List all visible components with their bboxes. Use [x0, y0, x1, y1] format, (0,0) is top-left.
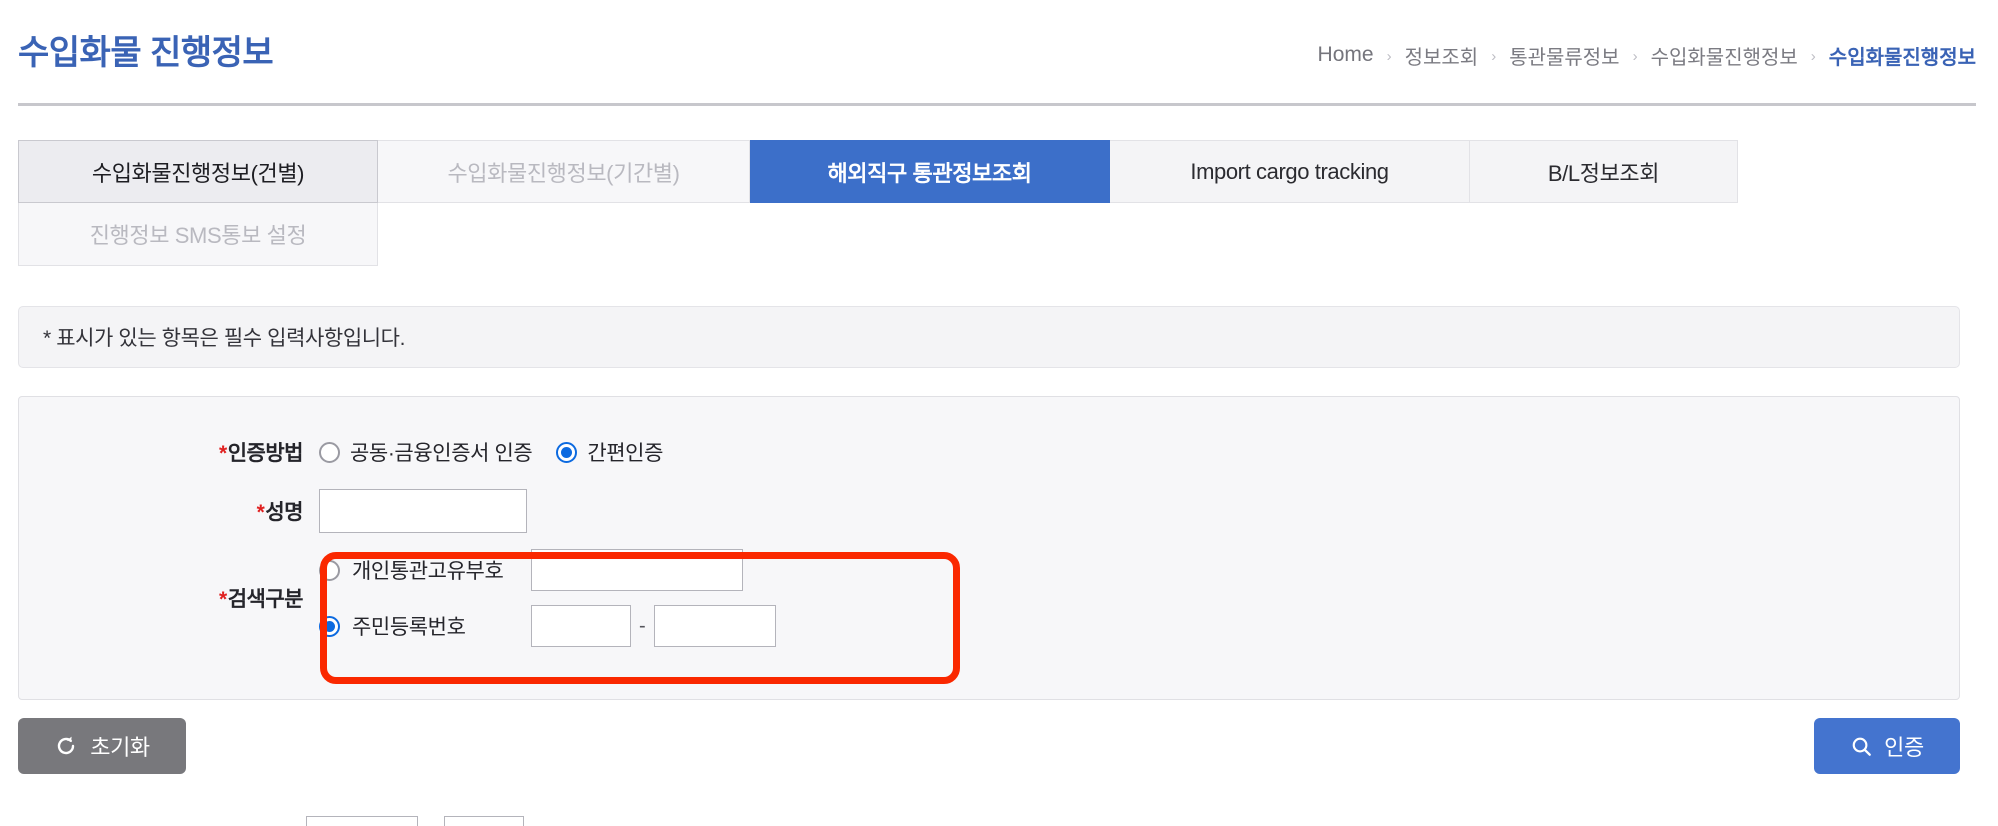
breadcrumb-separator-icon: › — [1491, 47, 1497, 65]
tab-import-cargo-tracking[interactable]: Import cargo tracking — [1110, 140, 1470, 203]
authenticate-button-label: 인증 — [1884, 735, 1924, 760]
required-asterisk: * — [256, 501, 265, 524]
required-asterisk: * — [219, 588, 227, 611]
cutoff-field-a[interactable] — [306, 816, 418, 826]
form-row-name: *성명 — [19, 489, 1959, 533]
auth-form-panel: *인증방법 공동·금융인증서 인증 간편인증 *성명 *검색구분 개인통관고유부… — [18, 396, 1960, 700]
form-row-auth-method: *인증방법 공동·금융인증서 인증 간편인증 — [19, 437, 1959, 467]
ssn-front-input[interactable] — [531, 605, 631, 647]
below-fold-fields — [0, 816, 1998, 826]
label-search-type: *검색구분 — [219, 588, 303, 611]
tab-row-1: 수입화물진행정보(건별) 수입화물진행정보(기간별) 해외직구 통관정보조회 I… — [18, 140, 1738, 203]
ssn-back-input[interactable] — [653, 605, 776, 647]
radio-circle-checked-icon[interactable] — [556, 441, 578, 463]
search-option-personal-code: 개인통관고유부호 — [319, 549, 776, 591]
breadcrumb-item-info-search[interactable]: 정보조회 — [1405, 41, 1479, 70]
personal-code-input[interactable] — [531, 549, 743, 591]
reset-button-label: 초기화 — [90, 735, 150, 760]
radio-circle-checked-icon[interactable] — [319, 615, 340, 637]
ssn-separator: - — [639, 614, 646, 637]
required-fields-notice: * 표시가 있는 항목은 필수 입력사항입니다. — [18, 306, 1960, 368]
required-fields-notice-text: * 표시가 있는 항목은 필수 입력사항입니다. — [43, 327, 406, 350]
tab-bl-info-search[interactable]: B/L정보조회 — [1470, 140, 1738, 203]
tab-import-cargo-by-case[interactable]: 수입화물진행정보(건별) — [18, 140, 378, 203]
breadcrumb-item-customs-logistics[interactable]: 통관물류정보 — [1509, 41, 1619, 70]
radio-personal-code[interactable]: 개인통관고유부호 — [319, 555, 531, 585]
breadcrumb: Home › 정보조회 › 통관물류정보 › 수입화물진행정보 › 수입화물진행… — [1318, 31, 1976, 70]
breadcrumb-item-home[interactable]: Home — [1318, 43, 1374, 67]
radio-circle-icon[interactable] — [319, 559, 340, 581]
breadcrumb-item-current: 수입화물진행정보 — [1828, 46, 1976, 69]
header-divider — [18, 103, 1976, 106]
search-icon — [1850, 735, 1873, 758]
radio-circle-icon[interactable] — [319, 441, 340, 463]
tab-row-2: 진행정보 SMS통보 설정 — [18, 203, 1738, 266]
radio-auth-certificate[interactable]: 공동·금융인증서 인증 — [319, 437, 533, 467]
radio-auth-certificate-label: 공동·금융인증서 인증 — [350, 442, 533, 465]
page-title: 수입화물 진행정보 — [18, 34, 274, 72]
reset-button[interactable]: 초기화 — [18, 718, 186, 774]
breadcrumb-item-import-cargo[interactable]: 수입화물진행정보 — [1651, 41, 1798, 70]
page-header: 수입화물 진행정보 Home › 정보조회 › 통관물류정보 › 수입화물진행정… — [0, 0, 1998, 100]
label-auth-method: *인증방법 — [219, 442, 303, 465]
label-name: *성명 — [256, 501, 304, 524]
tab-overseas-direct-purchase[interactable]: 해외직구 통관정보조회 — [750, 140, 1110, 203]
refresh-icon — [54, 734, 78, 758]
cutoff-field-b[interactable] — [444, 816, 524, 826]
radio-ssn[interactable]: 주민등록번호 — [319, 611, 531, 641]
search-option-ssn: 주민등록번호 - — [319, 605, 776, 647]
search-type-options: 개인통관고유부호 주민등록번호 - — [319, 549, 776, 647]
authenticate-button[interactable]: 인증 — [1814, 718, 1960, 774]
breadcrumb-separator-icon: › — [1810, 47, 1816, 65]
form-row-search-type: *검색구분 개인통관고유부호 주민등록번호 - — [19, 549, 1959, 647]
radio-auth-simple[interactable]: 간편인증 — [556, 437, 663, 467]
radio-ssn-label: 주민등록번호 — [352, 616, 466, 639]
tab-import-cargo-by-period[interactable]: 수입화물진행정보(기간별) — [378, 140, 750, 203]
breadcrumb-separator-icon: › — [1632, 47, 1638, 65]
required-asterisk: * — [219, 442, 227, 465]
name-input[interactable] — [319, 489, 527, 533]
radio-personal-code-label: 개인통관고유부호 — [352, 560, 504, 583]
radio-auth-simple-label: 간편인증 — [587, 442, 663, 465]
breadcrumb-separator-icon: › — [1386, 47, 1392, 65]
tab-sms-notification-settings[interactable]: 진행정보 SMS통보 설정 — [18, 203, 378, 266]
page-root: 수입화물 진행정보 Home › 정보조회 › 통관물류정보 › 수입화물진행정… — [0, 0, 1998, 826]
tab-bar: 수입화물진행정보(건별) 수입화물진행정보(기간별) 해외직구 통관정보조회 I… — [18, 140, 1738, 266]
